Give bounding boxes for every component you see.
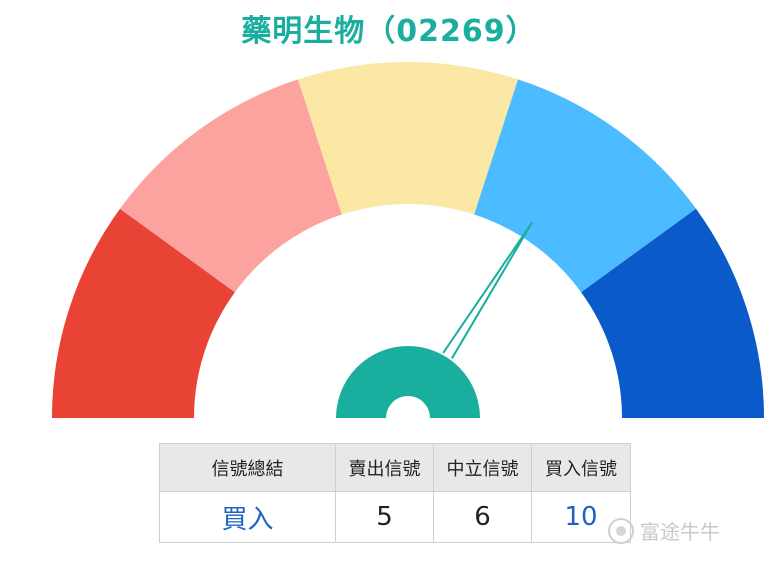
signal-summary-table: 信號總結 賣出信號 中立信號 買入信號 買入 5 6 10 [159,443,631,543]
header-buy-signals: 買入信號 [531,443,631,492]
gauge-chart [52,62,764,418]
neutral-count: 6 [433,491,532,543]
header-signal-summary: 信號總結 [159,443,336,492]
needle-line [442,221,534,359]
gauge-needle [442,221,534,359]
summary-signal-value: 買入 [159,491,336,543]
sell-count: 5 [335,491,434,543]
hub-ring [336,346,480,418]
futu-logo-icon [608,517,634,544]
watermark: 富途牛牛 [608,516,720,545]
header-neutral-signals: 中立信號 [433,443,532,492]
header-sell-signals: 賣出信號 [335,443,434,492]
gauge-hub [336,346,480,418]
table-row: 買入 5 6 10 [159,491,631,543]
watermark-text: 富途牛牛 [640,520,720,544]
table-header-row: 信號總結 賣出信號 中立信號 買入信號 [159,443,631,492]
